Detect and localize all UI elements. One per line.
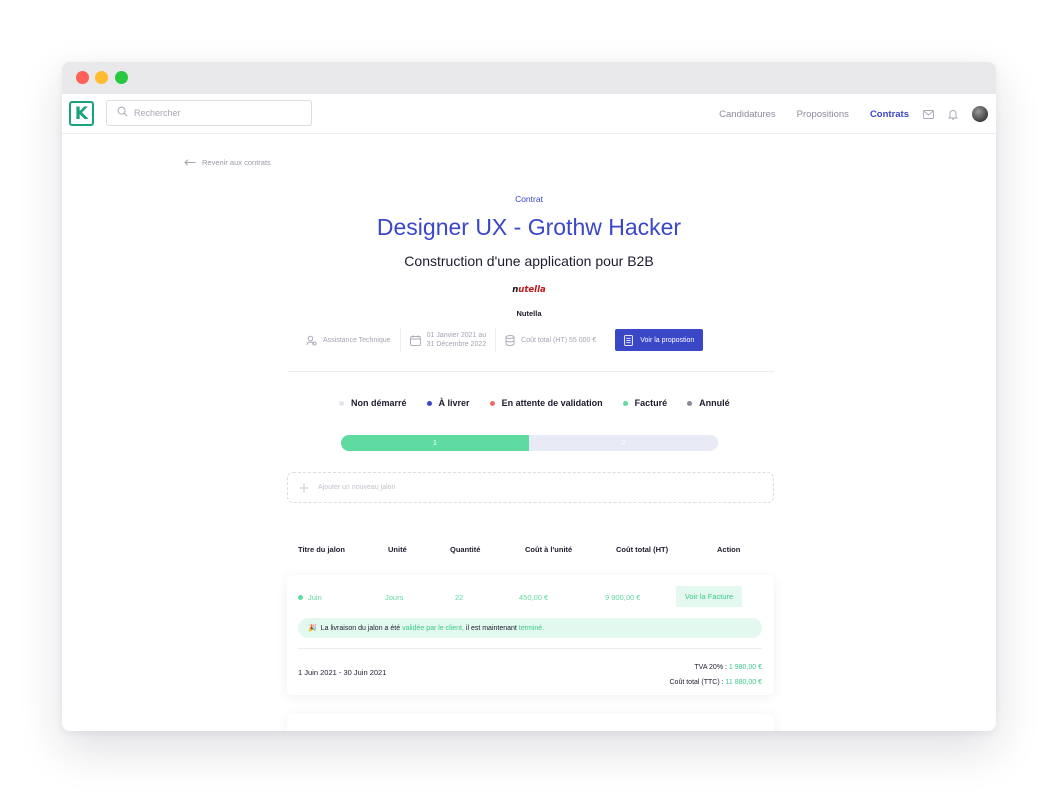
add-milestone-label: Ajouter un nouveau jalon bbox=[318, 484, 396, 491]
meta-date-end: 31 Décembre 2022 bbox=[426, 341, 487, 348]
company-name: Nutella bbox=[516, 309, 542, 318]
window-titlebar bbox=[62, 62, 996, 94]
col-quantity: Quantité bbox=[450, 545, 481, 554]
app-window: K Candidatures Propositions Contrats Rev… bbox=[62, 62, 996, 731]
meta-date-start: 01 Janvier 2021 au bbox=[426, 332, 487, 339]
legend-dot bbox=[489, 400, 495, 406]
status-legend: Non démarré À livrer En attente de valid… bbox=[339, 398, 750, 408]
bell-icon[interactable] bbox=[948, 109, 958, 120]
legend-dot bbox=[687, 400, 693, 406]
coins-icon bbox=[505, 334, 515, 346]
maximize-window-button[interactable] bbox=[115, 71, 128, 84]
search-box[interactable] bbox=[106, 100, 312, 126]
contract-meta: Assistance Technique 01 Janvier 2021 au … bbox=[306, 328, 704, 352]
page-subtitle: Construction d'une application pour B2B bbox=[404, 253, 654, 269]
legend-to-deliver: À livrer bbox=[426, 398, 470, 408]
tva-row: TVA 20% : 1 980,00 € bbox=[694, 664, 762, 671]
legend-dot bbox=[339, 400, 344, 406]
milestone-total-ht: 9 900,00 € bbox=[605, 593, 641, 602]
nav-candidatures[interactable]: Candidatures bbox=[719, 109, 776, 120]
legend-pending: En attente de validation bbox=[489, 398, 603, 408]
minimize-window-button[interactable] bbox=[95, 71, 108, 84]
logo-letter: K bbox=[74, 103, 89, 124]
progress-segment-1[interactable]: 1 bbox=[341, 435, 529, 451]
legend-dot bbox=[622, 400, 628, 406]
plus-icon bbox=[299, 483, 309, 492]
company-logo: nutella bbox=[512, 285, 546, 295]
close-window-button[interactable] bbox=[76, 71, 89, 84]
user-gear-icon bbox=[306, 335, 317, 346]
legend-invoiced: Facturé bbox=[622, 398, 667, 408]
milestone-card: Juin Jours 22 450,00 € 9 900,00 € Voir l… bbox=[287, 575, 774, 695]
status-dot bbox=[298, 595, 303, 600]
main-nav: Candidatures Propositions Contrats bbox=[698, 94, 988, 134]
milestone-unit-cost: 450,00 € bbox=[519, 593, 549, 602]
milestone-card-next bbox=[287, 714, 774, 731]
view-invoice-button[interactable]: Voir la Facture bbox=[676, 586, 742, 607]
main-content: Revenir aux contrats Contrat Designer UX… bbox=[62, 134, 996, 731]
search-input[interactable] bbox=[134, 108, 294, 118]
meta-cost-label: Coût total (HT) 55 000 € bbox=[521, 336, 597, 344]
progress-segment-2[interactable]: 2 bbox=[529, 435, 718, 451]
nav-propositions[interactable]: Propositions bbox=[797, 109, 849, 120]
milestone-progress-bar: 1 2 bbox=[341, 435, 718, 451]
section-divider bbox=[288, 371, 774, 372]
view-proposal-label: Voir la propostion bbox=[640, 336, 695, 344]
delivery-notice: 🎉 La livraison du jalon a été validée pa… bbox=[298, 618, 762, 638]
legend-dot bbox=[426, 400, 432, 406]
col-action: Action bbox=[717, 545, 741, 554]
milestone-unit: Jours bbox=[385, 593, 404, 602]
col-unit-cost: Coût à l'unité bbox=[525, 545, 573, 554]
mail-icon[interactable] bbox=[923, 109, 934, 119]
meta-type: Assistance Technique bbox=[306, 328, 401, 352]
page-eyebrow: Contrat bbox=[515, 194, 543, 204]
notice-highlight-1: validée par le client, bbox=[402, 624, 464, 632]
meta-dates: 01 Janvier 2021 au 31 Décembre 2022 bbox=[401, 328, 497, 352]
col-unit: Unité bbox=[388, 545, 407, 554]
meta-cost: Coût total (HT) 55 000 € bbox=[496, 328, 605, 352]
avatar[interactable] bbox=[972, 106, 988, 122]
document-icon bbox=[624, 334, 634, 346]
page-title: Designer UX - Grothw Hacker bbox=[376, 214, 682, 240]
notice-highlight-2: terminé. bbox=[518, 624, 545, 632]
card-divider bbox=[298, 648, 762, 649]
milestone-quantity: 22 bbox=[455, 593, 464, 602]
milestone-table-header: Titre du jalon Unité Quantité Coût à l'u… bbox=[287, 545, 774, 557]
nav-contrats[interactable]: Contrats bbox=[870, 109, 909, 120]
notice-text-1: La livraison du jalon a été bbox=[320, 624, 401, 632]
view-proposal-button[interactable]: Voir la propostion bbox=[615, 329, 704, 351]
milestone-totals: TVA 20% : 1 980,00 € Coût total (TTC) : … bbox=[670, 660, 763, 690]
calendar-icon bbox=[409, 334, 421, 346]
col-title: Titre du jalon bbox=[298, 545, 345, 554]
top-navbar: K Candidatures Propositions Contrats bbox=[62, 94, 996, 134]
app-logo[interactable]: K bbox=[69, 101, 94, 126]
legend-not-started: Non démarré bbox=[339, 398, 407, 408]
col-total-ht: Coût total (HT) bbox=[616, 545, 669, 554]
add-milestone-button[interactable]: Ajouter un nouveau jalon bbox=[287, 472, 774, 503]
notice-text-2: il est maintenant bbox=[465, 624, 517, 632]
party-icon: 🎉 bbox=[308, 624, 317, 632]
back-link-label: Revenir aux contrats bbox=[202, 158, 271, 167]
milestone-title: Juin bbox=[308, 593, 322, 602]
ttc-row: Coût total (TTC) : 11 880,00 € bbox=[669, 679, 763, 686]
arrow-left-icon bbox=[184, 159, 196, 166]
legend-cancelled: Annulé bbox=[687, 398, 730, 408]
back-to-contracts-link[interactable]: Revenir aux contrats bbox=[184, 158, 271, 167]
meta-type-label: Assistance Technique bbox=[323, 336, 391, 344]
milestone-date-range: 1 Juin 2021 - 30 Juin 2021 bbox=[298, 668, 387, 677]
search-icon bbox=[117, 104, 128, 122]
